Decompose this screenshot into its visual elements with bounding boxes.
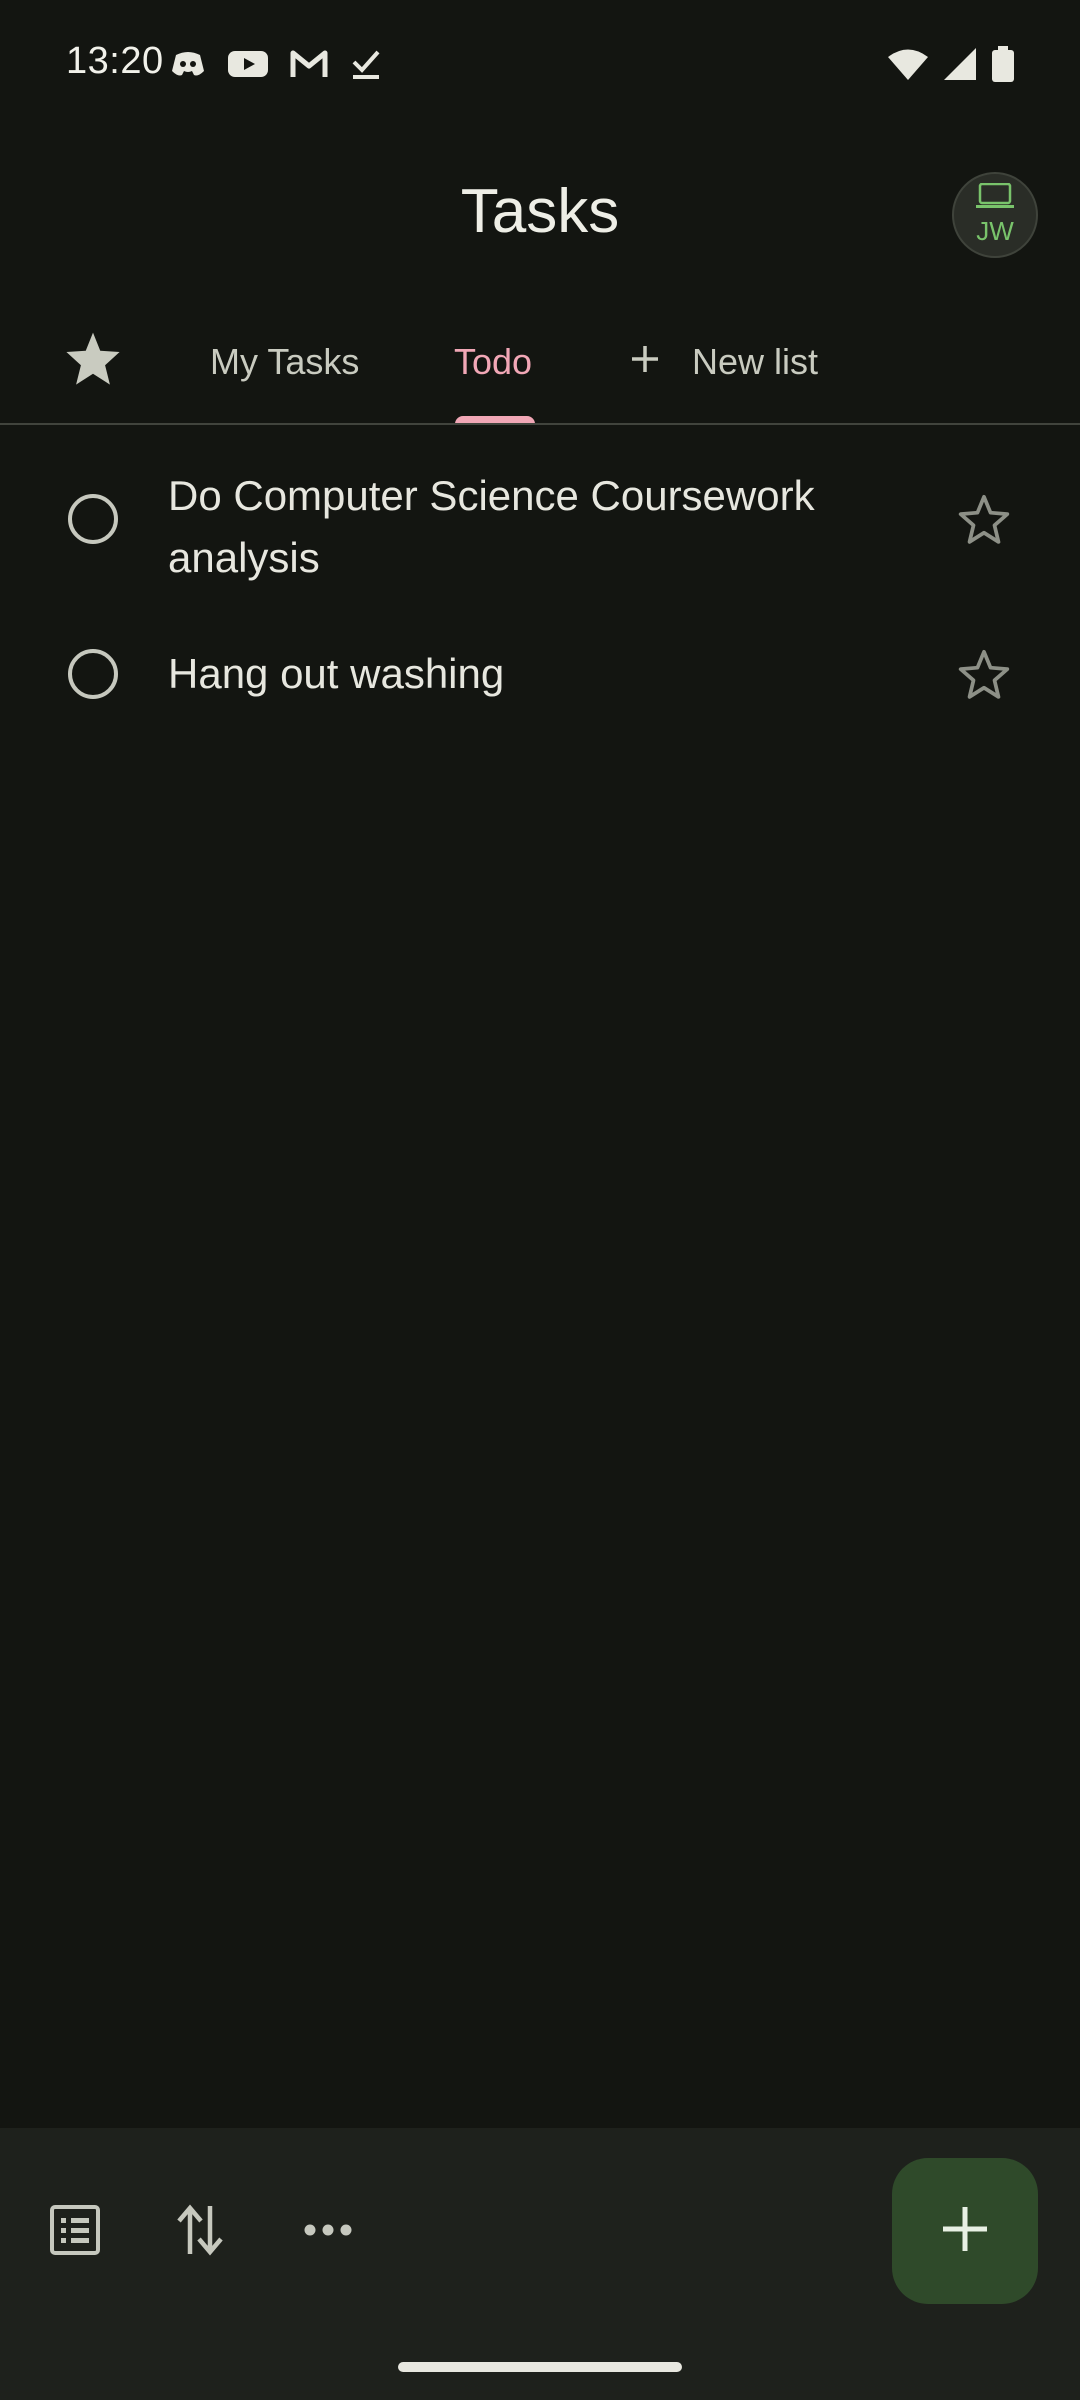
task-item[interactable]: Do Computer Science Coursework analysis [0,440,1080,600]
new-list-label: New list [692,341,819,382]
tasks-screen: 13:20 Tasks JW My Tasks Todo New list Do… [0,0,1080,2400]
list-tabs: My Tasks Todo New list [0,300,1080,424]
page-title: Tasks [460,177,620,246]
notification-icons [170,48,382,85]
signal-icon [944,48,976,85]
list-view-icon[interactable] [45,2200,105,2260]
complete-task-checkbox[interactable] [68,494,118,544]
status-time: 13:20 [66,40,164,82]
task-title: Hang out washing [168,650,505,697]
star-outline-icon[interactable] [956,647,1012,703]
laptop-icon [974,182,1016,214]
home-indicator[interactable] [398,2362,682,2372]
add-icon [941,2205,989,2258]
battery-icon [992,46,1014,87]
discord-icon [170,49,206,84]
more-icon[interactable] [298,2200,358,2260]
plus-icon [630,341,660,383]
status-bar: 13:20 [0,0,1080,130]
wifi-icon [888,48,928,85]
task-title: Do Computer Science Coursework analysis [168,472,815,581]
add-task-button[interactable] [892,2158,1038,2304]
star-outline-icon[interactable] [956,492,1012,548]
task-item[interactable]: Hang out washing [0,600,1080,720]
tab-todo[interactable]: Todo [454,300,532,424]
star-filled-icon [64,330,122,395]
avatar-initials: JW [976,216,1014,246]
tab-my-tasks[interactable]: My Tasks [210,300,359,424]
youtube-icon [228,49,268,84]
system-icons [888,46,1014,87]
complete-task-checkbox[interactable] [68,649,118,699]
tabs-divider [0,423,1080,425]
avatar[interactable]: JW [952,172,1038,258]
new-list-button[interactable]: New list [630,300,818,424]
tasks-check-icon [350,48,382,85]
tab-starred[interactable] [64,300,122,424]
gmail-icon [290,49,328,84]
sort-icon[interactable] [170,2200,230,2260]
